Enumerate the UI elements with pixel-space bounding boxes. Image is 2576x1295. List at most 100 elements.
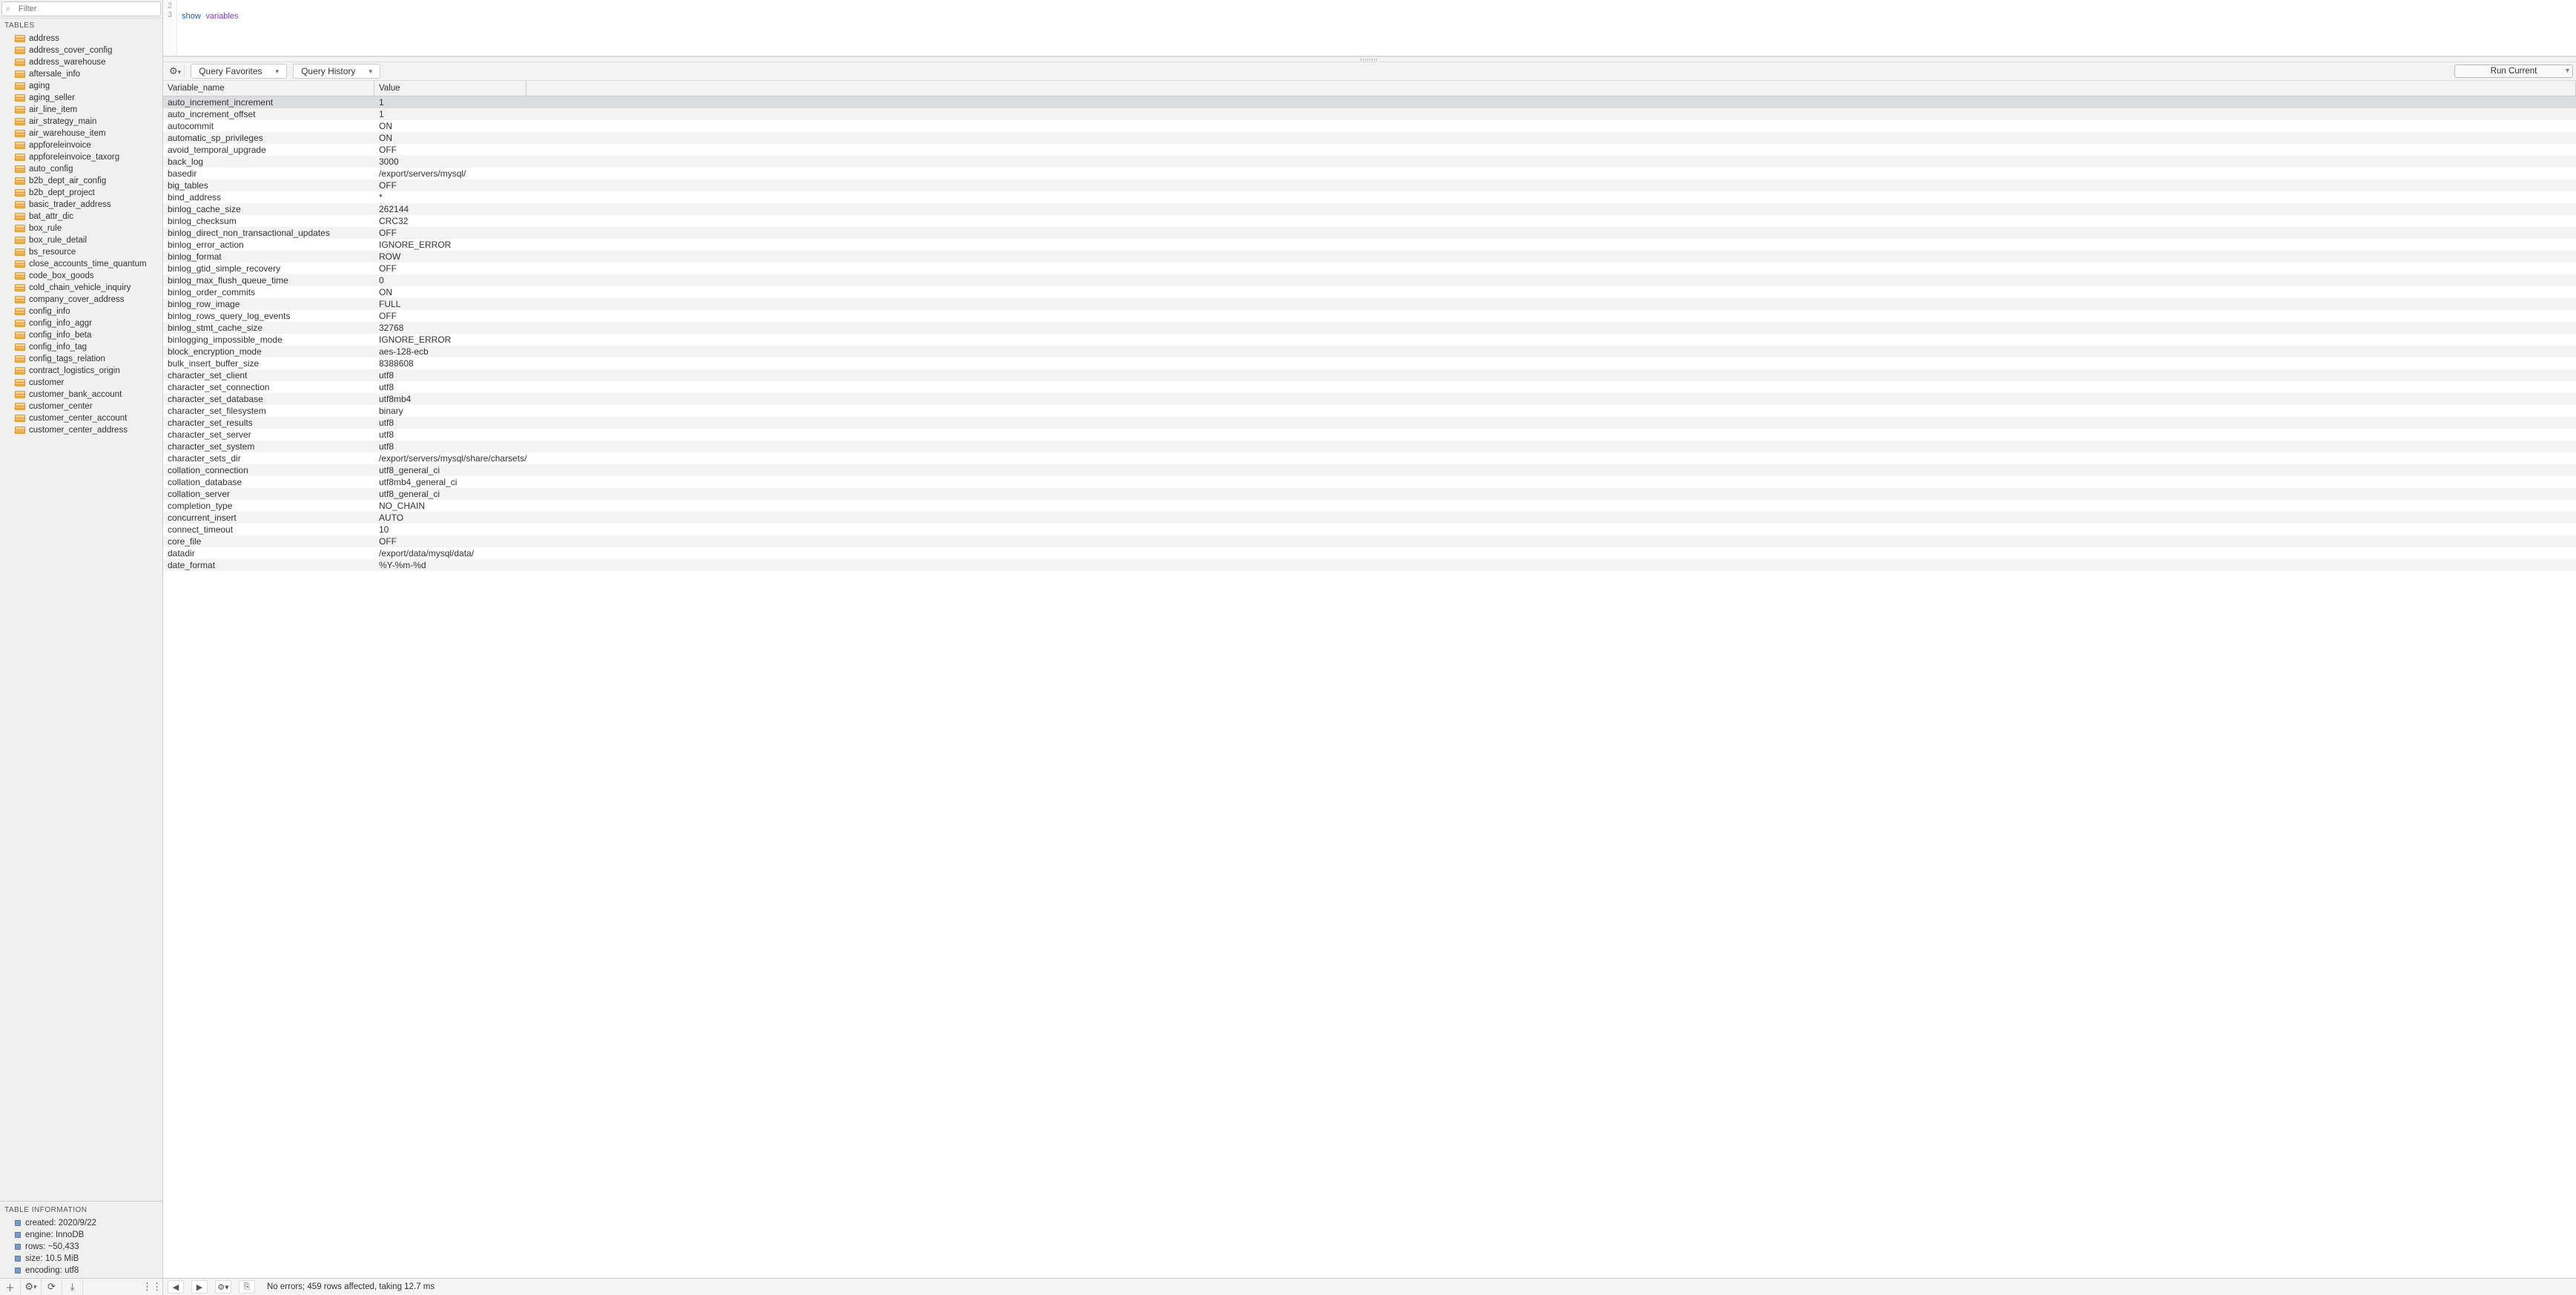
result-row[interactable]: binlog_cache_size262144 (163, 203, 2576, 215)
cell-variable-name[interactable]: character_set_system (163, 441, 374, 452)
table-item[interactable]: box_rule_detail (0, 234, 162, 246)
cell-value[interactable]: ON (374, 132, 2576, 144)
cell-variable-name[interactable]: binlogging_impossible_mode (163, 334, 374, 346)
table-item[interactable]: air_warehouse_item (0, 128, 162, 139)
filter-input[interactable] (1, 1, 161, 16)
result-row[interactable]: binlog_checksumCRC32 (163, 215, 2576, 227)
table-item[interactable]: cold_chain_vehicle_inquiry (0, 282, 162, 294)
col-header-value[interactable]: Value (374, 81, 526, 96)
editor-code[interactable]: show variables (177, 0, 2576, 56)
col-header-variable-name[interactable]: Variable_name (163, 81, 374, 96)
cell-variable-name[interactable]: binlog_rows_query_log_events (163, 310, 374, 322)
result-row[interactable]: collation_serverutf8_general_ci (163, 488, 2576, 500)
query-history-dropdown[interactable]: Query History ▾ (293, 64, 380, 79)
result-row[interactable]: block_encryption_modeaes-128-ecb (163, 346, 2576, 357)
cell-variable-name[interactable]: binlog_checksum (163, 215, 374, 227)
result-row[interactable]: character_set_filesystembinary (163, 405, 2576, 417)
cell-value[interactable]: 8388608 (374, 357, 2576, 369)
table-list[interactable]: addressaddress_cover_configaddress_wareh… (0, 33, 162, 1201)
cell-variable-name[interactable]: datadir (163, 547, 374, 559)
gear-icon[interactable]: ⚙▾ (166, 65, 185, 77)
add-button[interactable]: ＋ (0, 1279, 21, 1295)
cell-value[interactable]: * (374, 191, 2576, 203)
cell-value[interactable]: ON (374, 286, 2576, 298)
cell-variable-name[interactable]: back_log (163, 156, 374, 168)
result-row[interactable]: back_log3000 (163, 156, 2576, 168)
result-row[interactable]: avoid_temporal_upgradeOFF (163, 144, 2576, 156)
table-item[interactable]: bat_attr_dic (0, 211, 162, 223)
cell-variable-name[interactable]: binlog_direct_non_transactional_updates (163, 227, 374, 239)
cell-value[interactable]: OFF (374, 310, 2576, 322)
cell-value[interactable]: utf8 (374, 441, 2576, 452)
cell-value[interactable]: OFF (374, 144, 2576, 156)
result-row[interactable]: character_set_clientutf8 (163, 369, 2576, 381)
table-item[interactable]: aftersale_info (0, 68, 162, 80)
result-row[interactable]: character_set_resultsutf8 (163, 417, 2576, 429)
cell-variable-name[interactable]: collation_database (163, 476, 374, 488)
result-row[interactable]: autocommitON (163, 120, 2576, 132)
table-item[interactable]: air_line_item (0, 104, 162, 116)
result-row[interactable]: binlogging_impossible_modeIGNORE_ERROR (163, 334, 2576, 346)
cell-value[interactable]: 0 (374, 274, 2576, 286)
result-row[interactable]: collation_connectionutf8_general_ci (163, 464, 2576, 476)
cell-variable-name[interactable]: block_encryption_mode (163, 346, 374, 357)
cell-variable-name[interactable]: collation_server (163, 488, 374, 500)
table-item[interactable]: bs_resource (0, 246, 162, 258)
cell-value[interactable]: /export/data/mysql/data/ (374, 547, 2576, 559)
table-item[interactable]: config_info_beta (0, 329, 162, 341)
cell-value[interactable]: /export/servers/mysql/share/charsets/ (374, 452, 2576, 464)
cell-value[interactable]: AUTO (374, 512, 2576, 524)
table-item[interactable]: customer_center_account (0, 412, 162, 424)
result-row[interactable]: binlog_order_commitsON (163, 286, 2576, 298)
cell-variable-name[interactable]: automatic_sp_privileges (163, 132, 374, 144)
cell-variable-name[interactable]: big_tables (163, 179, 374, 191)
table-item[interactable]: air_strategy_main (0, 116, 162, 128)
cell-variable-name[interactable]: character_set_database (163, 393, 374, 405)
table-item[interactable]: customer_center (0, 401, 162, 412)
cell-variable-name[interactable]: concurrent_insert (163, 512, 374, 524)
result-gear-button[interactable]: ⚙▾ (215, 1280, 231, 1294)
result-row[interactable]: character_set_serverutf8 (163, 429, 2576, 441)
cell-variable-name[interactable]: binlog_stmt_cache_size (163, 322, 374, 334)
cell-value[interactable]: utf8_general_ci (374, 464, 2576, 476)
horizontal-splitter[interactable] (163, 56, 2576, 62)
result-row[interactable]: binlog_formatROW (163, 251, 2576, 263)
cell-value[interactable]: utf8mb4_general_ci (374, 476, 2576, 488)
cell-value[interactable]: OFF (374, 263, 2576, 274)
results-grid[interactable]: auto_increment_increment1auto_increment_… (163, 96, 2576, 1278)
cell-value[interactable]: NO_CHAIN (374, 500, 2576, 512)
cell-value[interactable]: 32768 (374, 322, 2576, 334)
cell-variable-name[interactable]: completion_type (163, 500, 374, 512)
table-item[interactable]: customer_center_address (0, 424, 162, 436)
cell-variable-name[interactable]: auto_increment_increment (163, 96, 374, 108)
cell-variable-name[interactable]: autocommit (163, 120, 374, 132)
cell-variable-name[interactable]: character_set_server (163, 429, 374, 441)
cell-value[interactable]: aes-128-ecb (374, 346, 2576, 357)
result-row[interactable]: bind_address* (163, 191, 2576, 203)
cell-value[interactable]: IGNORE_ERROR (374, 334, 2576, 346)
sidebar-resize-handle[interactable]: ⋮⋮ (142, 1279, 162, 1295)
query-favorites-dropdown[interactable]: Query Favorites ▾ (191, 64, 287, 79)
result-row[interactable]: binlog_gtid_simple_recoveryOFF (163, 263, 2576, 274)
result-row[interactable]: binlog_stmt_cache_size32768 (163, 322, 2576, 334)
cell-value[interactable]: FULL (374, 298, 2576, 310)
cell-variable-name[interactable]: binlog_row_image (163, 298, 374, 310)
result-row[interactable]: collation_databaseutf8mb4_general_ci (163, 476, 2576, 488)
cell-value[interactable]: OFF (374, 227, 2576, 239)
refresh-button[interactable]: ⟳ (42, 1279, 62, 1295)
table-item[interactable]: contract_logistics_origin (0, 365, 162, 377)
table-item[interactable]: auto_config (0, 163, 162, 175)
cell-value[interactable]: CRC32 (374, 215, 2576, 227)
table-item[interactable]: customer_bank_account (0, 389, 162, 401)
cell-variable-name[interactable]: bind_address (163, 191, 374, 203)
result-row[interactable]: binlog_direct_non_transactional_updatesO… (163, 227, 2576, 239)
result-row[interactable]: character_set_databaseutf8mb4 (163, 393, 2576, 405)
cell-value[interactable]: utf8_general_ci (374, 488, 2576, 500)
cell-variable-name[interactable]: bulk_insert_buffer_size (163, 357, 374, 369)
collapse-button[interactable]: ⤓ (62, 1279, 83, 1295)
table-item[interactable]: code_box_goods (0, 270, 162, 282)
run-current-button[interactable]: Run Current ▾ (2454, 65, 2573, 78)
result-row[interactable]: auto_increment_increment1 (163, 96, 2576, 108)
cell-value[interactable]: utf8 (374, 429, 2576, 441)
cell-variable-name[interactable]: connect_timeout (163, 524, 374, 536)
